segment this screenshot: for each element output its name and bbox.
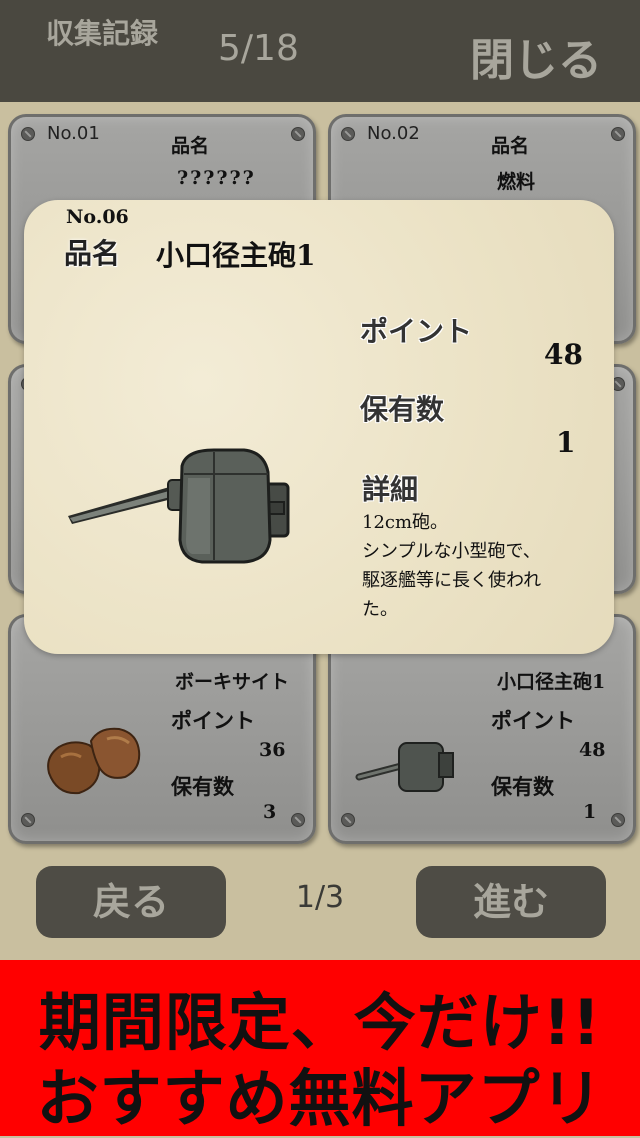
card-name: ボーキサイト xyxy=(175,671,290,693)
card-points: 48 xyxy=(579,739,606,761)
screw-icon xyxy=(341,813,355,827)
screw-icon xyxy=(291,813,305,827)
gun-turret-icon xyxy=(355,742,454,792)
page-indicator: 1/3 xyxy=(295,880,345,915)
detail-description-line: シンプルな小型砲で、 xyxy=(362,541,541,562)
card-count: 1 xyxy=(583,801,597,823)
card-name: 小口径主砲1 xyxy=(497,671,606,693)
detail-points: 48 xyxy=(544,338,583,371)
screw-icon xyxy=(341,127,355,141)
card-count-label: 保有数 xyxy=(171,774,234,799)
card-points: 36 xyxy=(259,739,286,761)
detail-points-label: ポイント xyxy=(360,315,473,348)
screw-icon xyxy=(21,813,35,827)
card-name: ?????? xyxy=(177,167,256,189)
screw-icon xyxy=(21,127,35,141)
detail-name-label: 品名 xyxy=(64,237,121,270)
ad-banner[interactable]: 期間限定、今だけ!! おすすめ無料アプリ xyxy=(0,960,640,1136)
card-number: No.01 xyxy=(47,123,100,144)
page-title: 収集記録 xyxy=(46,17,159,50)
header-bar: 収集記録 5/18 閉じる xyxy=(0,0,640,102)
back-button[interactable]: 戻る xyxy=(36,866,226,938)
screw-icon xyxy=(611,813,625,827)
detail-description-label: 詳細 xyxy=(362,473,419,506)
screw-icon xyxy=(291,127,305,141)
card-name: 燃料 xyxy=(497,171,536,193)
ad-subheadline: おすすめ無料アプリ xyxy=(36,1062,604,1135)
detail-number: No.06 xyxy=(66,206,129,228)
detail-description-line: 駆逐艦等に長く使われ xyxy=(362,570,542,591)
detail-description-line: 12cm砲。 xyxy=(362,512,449,533)
detail-count-label: 保有数 xyxy=(360,393,445,426)
card-points-label: ポイント xyxy=(171,708,255,733)
gun-turret-icon xyxy=(68,448,290,564)
screw-icon xyxy=(611,127,625,141)
item-detail-modal: No.06 品名 小口径主砲1 ポイント 48 保有数 1 詳細 12cm砲。 … xyxy=(24,200,614,654)
detail-description: 12cm砲。 シンプルな小型砲で、 駆逐艦等に長く使われ た。 xyxy=(362,508,582,624)
bauxite-icon xyxy=(47,727,141,795)
next-button[interactable]: 進む xyxy=(416,866,606,938)
card-name-label: 品名 xyxy=(171,135,210,157)
card-count-label: 保有数 xyxy=(491,774,554,799)
card-points-label: ポイント xyxy=(491,708,575,733)
detail-count: 1 xyxy=(556,426,576,459)
collection-count: 5/18 xyxy=(218,28,299,69)
card-name-label: 品名 xyxy=(491,135,530,157)
detail-name: 小口径主砲1 xyxy=(156,239,316,272)
close-button[interactable]: 閉じる xyxy=(470,24,602,88)
card-number: No.02 xyxy=(367,123,420,144)
detail-description-line: た。 xyxy=(362,599,398,620)
card-count: 3 xyxy=(263,801,277,823)
